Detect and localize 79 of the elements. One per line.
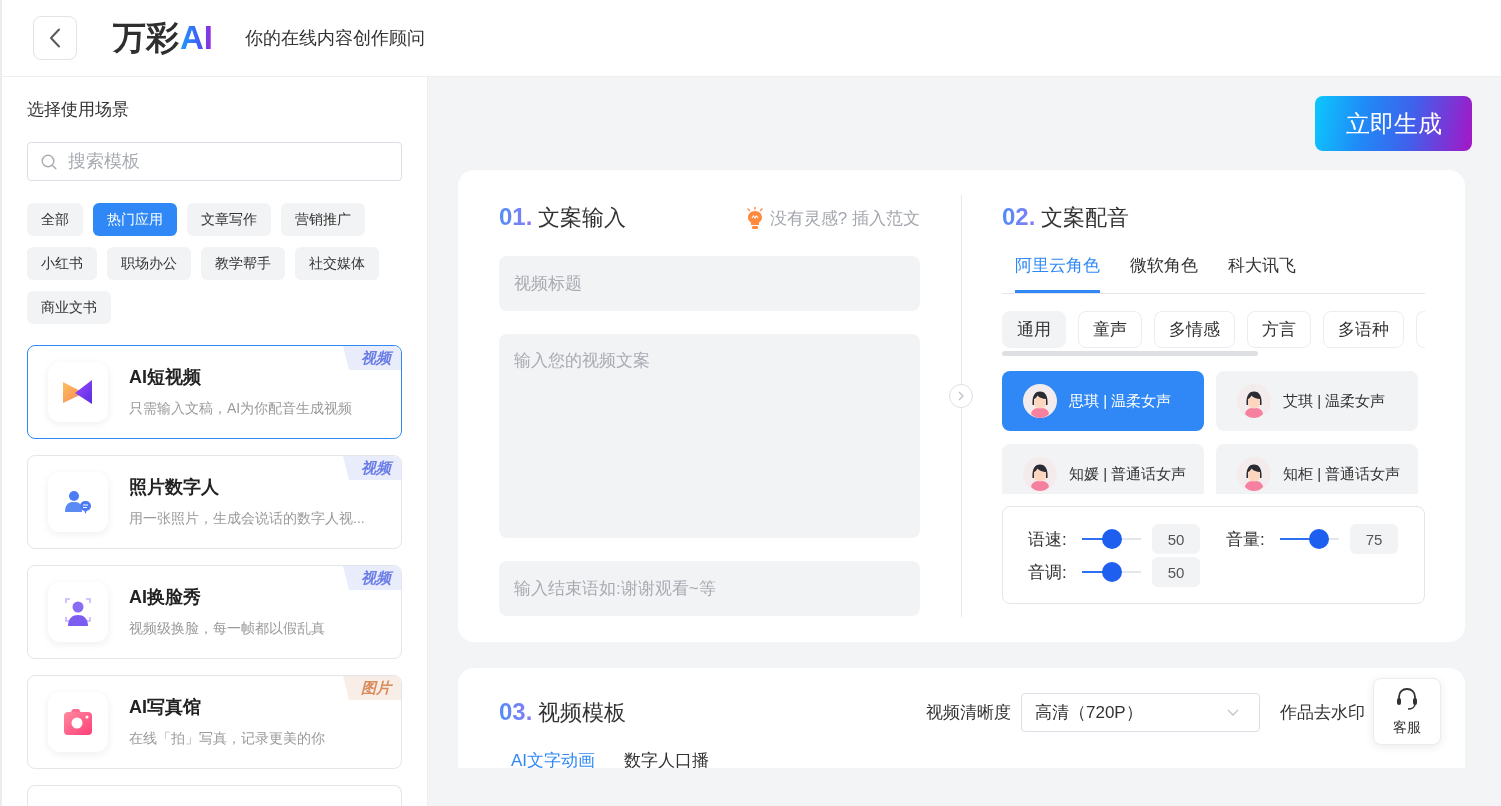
template-card[interactable]: 视频 AI短视频 只需输入文稿，AI为你配音生成视频 (27, 345, 402, 439)
slider-value: 50 (1152, 557, 1200, 587)
avatar-icon (1023, 457, 1057, 491)
type-tag: 视频 (343, 456, 401, 480)
template-card[interactable]: 视频 AI换脸秀 视频级换脸，每一帧都以假乱真 (27, 565, 402, 659)
filter-chip[interactable]: 小红书 (27, 247, 97, 280)
chevron-down-icon (1227, 709, 1239, 716)
template-title: 照片数字人 (129, 476, 220, 498)
voice-card[interactable]: 艾琪 | 温柔女声 (1216, 371, 1418, 431)
template-title: AI写真馆 (129, 696, 202, 718)
slider-label: 音调: (1028, 561, 1068, 584)
bowtie-icon (48, 362, 108, 422)
input-field[interactable]: 视频标题 (499, 256, 920, 311)
resolution-label: 视频清晰度 (926, 702, 1011, 724)
filter-chip[interactable]: 营销推广 (281, 203, 365, 236)
search-icon (41, 154, 57, 170)
chevron-right-icon (958, 391, 964, 401)
slider-thumb[interactable] (1101, 562, 1122, 582)
category-chip[interactable]: 通用 (1002, 311, 1066, 348)
type-tag: 图片 (343, 676, 401, 700)
filter-chip[interactable]: 教学帮手 (201, 247, 285, 280)
voice-card[interactable]: 知媛 | 普通话女声 (1002, 444, 1204, 494)
template-tab[interactable]: AI文字动画 (511, 749, 596, 768)
resolution-select[interactable]: 高清（720P） (1021, 693, 1260, 732)
scrollbar[interactable] (1002, 351, 1258, 356)
user-chat-icon (48, 472, 108, 532)
back-button[interactable] (33, 16, 77, 60)
slider-label: 音量: (1226, 528, 1266, 551)
filter-chip[interactable]: 文章写作 (187, 203, 271, 236)
avatar-icon (1023, 384, 1057, 418)
slider-value: 50 (1152, 524, 1200, 554)
voice-card[interactable]: 知柜 | 普通话女声 (1216, 444, 1418, 494)
category-chip[interactable]: 方言 (1247, 311, 1311, 348)
tagline: 你的在线内容创作顾问 (245, 27, 425, 50)
slider-thumb[interactable] (1101, 529, 1122, 549)
category-chip[interactable]: 多情感 (1154, 311, 1235, 348)
lightbulb-icon (745, 207, 764, 229)
search-field[interactable]: 搜索模板 (27, 142, 402, 181)
sidebar-title: 选择使用场景 (27, 99, 130, 121)
template-description: 只需输入文稿，AI为你配音生成视频 (129, 399, 353, 418)
chevron-left-icon (49, 28, 61, 48)
support-button[interactable]: 客服 (1373, 678, 1441, 745)
type-tag: 视频 (343, 566, 401, 590)
voice-card[interactable]: 思琪 | 温柔女声 (1002, 371, 1204, 431)
slider-label: 语速: (1028, 528, 1068, 551)
filter-chip[interactable]: 全部 (27, 203, 83, 236)
filter-chip[interactable]: 职场办公 (107, 247, 191, 280)
category-chip[interactable]: 多语种 (1323, 311, 1404, 348)
template-card[interactable]: 视频 照片数字人 用一张照片，生成会说话的数字人视... (27, 455, 402, 549)
avatar-icon (1237, 457, 1271, 491)
provider-tab[interactable]: 微软角色 (1130, 248, 1198, 293)
face-frame-icon (48, 582, 108, 642)
section-title: 文案配音 (1041, 204, 1130, 232)
template-tab[interactable]: 数字人口播 (624, 749, 710, 768)
slider-value: 75 (1350, 524, 1398, 554)
template-title: AI短视频 (129, 366, 202, 388)
filter-chip[interactable]: 热门应用 (93, 203, 177, 236)
slider-thumb[interactable] (1309, 529, 1330, 549)
filter-chip[interactable]: 社交媒体 (295, 247, 379, 280)
template-description: 视频级换脸，每一帧都以假乱真 (129, 619, 325, 638)
section-title: 视频模板 (538, 698, 627, 727)
watermark-label: 作品去水印 (1280, 702, 1365, 724)
filter-chip[interactable]: 商业文书 (27, 291, 111, 324)
type-tag: 视频 (343, 346, 401, 370)
template-description: 用一张照片，生成会说话的数字人视... (129, 509, 365, 528)
template-description: 在线「拍」写真，记录更美的你 (129, 729, 325, 748)
headset-icon (1396, 686, 1418, 711)
category-chip[interactable]: 童声 (1078, 311, 1142, 348)
provider-tab[interactable]: 阿里云角色 (1015, 248, 1100, 293)
generate-button[interactable]: 立即生成 (1315, 96, 1472, 151)
template-title: AI换脸秀 (129, 586, 202, 608)
template-card[interactable]: 图片 AI写真馆 在线「拍」写真，记录更美的你 (27, 675, 402, 769)
provider-tab[interactable]: 科大讯飞 (1228, 248, 1296, 293)
camera-icon (48, 692, 108, 752)
logo: 万彩AI (113, 18, 215, 58)
input-field[interactable]: 输入结束语如:谢谢观看~等 (499, 561, 920, 616)
text-area[interactable]: 输入您的视频文案 (499, 334, 920, 538)
section-title: 文案输入 (538, 204, 627, 232)
avatar-icon (1237, 384, 1271, 418)
